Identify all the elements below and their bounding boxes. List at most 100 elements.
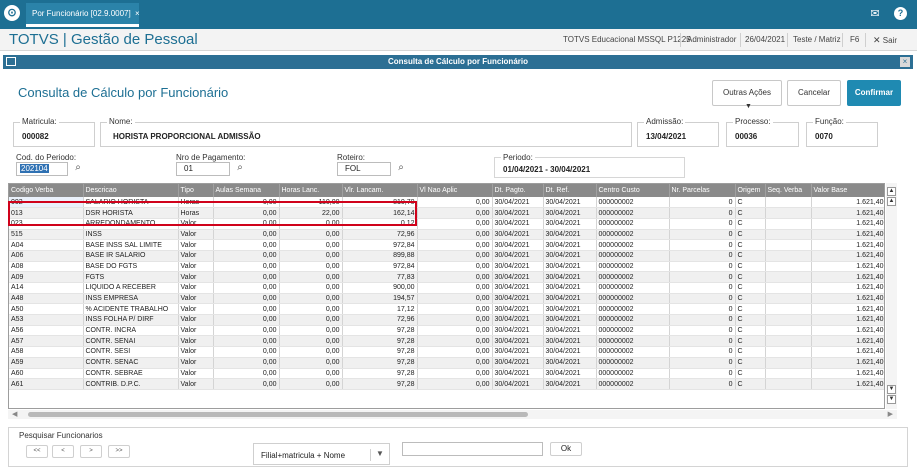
table-cell: 30/04/2021 (492, 357, 544, 369)
table-cell: 899,88 (342, 250, 418, 262)
matricula-field: Matricula: 000082 (13, 117, 95, 147)
user-name: Administrador (687, 35, 737, 44)
table-cell: A56 (9, 325, 84, 337)
ok-button[interactable]: Ok (550, 442, 582, 456)
column-header[interactable]: Origem (735, 184, 766, 197)
column-header[interactable]: Vlr. Lancam. (342, 184, 418, 197)
scroll-up-icon[interactable]: ▲ (887, 197, 896, 206)
table-row[interactable]: A50% ACIDENTE TRABALHO Valor 0,00 0,00 17,12… (9, 303, 884, 316)
table-cell: 972,84 (342, 261, 418, 273)
column-header[interactable]: Aulas Semana (213, 184, 280, 197)
table-cell: A59 (9, 357, 84, 369)
column-header[interactable]: Vl Nao Aplic (417, 184, 493, 197)
confirm-button[interactable]: Confirmar (847, 80, 901, 106)
search-icon[interactable]: ⌕ (71, 161, 85, 175)
window-close-icon[interactable]: × (900, 57, 910, 67)
table-cell: BASE DO FGTS (83, 261, 179, 273)
order-select[interactable]: Filial+matricula + Nome ▼ (253, 443, 390, 465)
scroll-top-icon[interactable]: ▲ (887, 187, 896, 196)
column-header[interactable]: Horas Lanc. (279, 184, 343, 197)
scroll-bottom-icon[interactable]: ▼ (887, 395, 896, 404)
column-header[interactable]: Dt. Pagto. (492, 184, 544, 197)
table-row[interactable]: A04 BASE INSS SAL LIMITE Valor 0,00 0,00 972,… (9, 239, 884, 251)
tab-close-icon[interactable]: × (135, 9, 140, 18)
divider (865, 33, 866, 47)
table-row[interactable]: 515 INSS Valor 0,00 0,00 72,96 0,00 30/04/2021 3… (9, 229, 884, 241)
horizontal-scrollbar[interactable]: ◀ ▶ (8, 410, 897, 419)
processo-value: 00036 (735, 132, 758, 141)
nav-next-button[interactable]: > (80, 445, 102, 458)
table-cell: 0,00 (213, 335, 280, 348)
table-cell: 0,00 (279, 368, 343, 380)
shortcut-key[interactable]: F6 (850, 35, 859, 44)
column-header[interactable]: Centro Custo (596, 184, 670, 197)
table-cell: 000000002 (596, 197, 670, 209)
divider (740, 33, 741, 47)
table-row[interactable]: A09 FGTS Valor 0,00 0,00 77,83 0,00 30/04/2021 3… (9, 271, 884, 283)
nav-last-button[interactable]: >> (108, 445, 130, 458)
column-header[interactable]: Seq. Verba (765, 184, 812, 197)
scroll-left-icon[interactable]: ◀ (12, 410, 17, 418)
nav-first-button[interactable]: << (26, 445, 48, 458)
vertical-scrollbar[interactable]: ▲ ▲ ▼ ▼ (886, 183, 897, 409)
table-row[interactable]: A48 INSS EMPRESA Valor 0,00 0,00 194,57 0,00 30… (9, 293, 884, 305)
search-icon[interactable]: ⌕ (233, 161, 247, 175)
search-icon[interactable]: ⌕ (394, 161, 408, 175)
column-header[interactable]: Valor Base (811, 184, 884, 197)
table-cell: 1.621,40 (811, 229, 884, 241)
table-row[interactable]: A08 BASE DO FGTS Valor 0,00 0,00 972,84 0,00 30… (9, 261, 884, 273)
table-cell: 0,00 (213, 218, 280, 230)
table-cell: C (735, 239, 766, 251)
table-cell: 0,00 (213, 368, 280, 380)
column-header[interactable]: Descricao (83, 184, 179, 197)
table-row[interactable]: 002 SALARIO HORISTA Horas 0,00 110,00 810,70 0… (9, 197, 884, 209)
table-row[interactable]: 023 ARREDONDAMENTO Valor 0,00 0,00 0,12 0,00 30… (9, 218, 884, 230)
table-cell: 0 (669, 261, 736, 273)
table-row[interactable]: A59 CONTR. SENAC Valor 0,00 0,00 97,28 0,00 30/… (9, 357, 884, 369)
table-cell: 30/04/2021 (543, 357, 597, 369)
branch-name[interactable]: Teste / Matriz (793, 35, 841, 44)
tab-por-funcionario[interactable]: Por Funcionário [02.9.0007] × (26, 3, 140, 27)
table-row[interactable]: A06 BASE IR SALARIO Valor 0,00 0,00 899,88 0,0… (9, 250, 884, 262)
table-cell: 000000002 (596, 207, 670, 219)
table-row[interactable]: 013 DSR HORISTA Horas 0,00 22,00 162,14 0,00 30… (9, 207, 884, 219)
column-header[interactable]: Nr. Parcelas (669, 184, 736, 197)
table-cell: CONTR. SESI (83, 346, 179, 358)
matricula-value: 000082 (22, 132, 49, 141)
table-row[interactable]: A61 CONTRIB. D.P.C. Valor 0,00 0,00 97,28 0,00… (9, 378, 884, 390)
question-icon[interactable]: ? (894, 7, 907, 20)
table-row[interactable]: A14 LIQUIDO A RECEBER Valor 0,00 0,00 900,00 0… (9, 282, 884, 294)
table-cell: 0 (669, 335, 736, 348)
column-header[interactable]: Codigo Verba (9, 184, 84, 197)
divider (787, 33, 788, 47)
table-cell: 0 (669, 346, 736, 358)
nav-prev-button[interactable]: < (52, 445, 74, 458)
table-cell (765, 218, 812, 230)
cod-periodo-input[interactable]: 202104 (16, 162, 68, 176)
exit-button[interactable]: ✕ Sair (873, 35, 897, 46)
column-header[interactable]: Dt. Ref. (543, 184, 597, 197)
scroll-thumb[interactable] (28, 412, 528, 417)
table-row[interactable]: A56 CONTR. INCRA Valor 0,00 0,00 97,28 0,00 30/… (9, 325, 884, 337)
table-cell (765, 368, 812, 380)
table-cell: 0,00 (213, 261, 280, 273)
table-cell: 1.621,40 (811, 261, 884, 273)
table-cell: 30/04/2021 (492, 325, 544, 337)
table-row[interactable]: A60 CONTR. SEBRAE Valor 0,00 0,00 97,28 0,00 30… (9, 368, 884, 380)
cancel-button[interactable]: Cancelar (787, 80, 841, 106)
outras-acoes-button[interactable]: Outras Ações ▼ (712, 80, 782, 110)
roteiro-input[interactable]: FOL (337, 162, 391, 176)
search-input[interactable] (402, 442, 543, 456)
envelope-icon[interactable]: ✉ (868, 8, 882, 20)
table-row[interactable]: A58 CONTR. SESI Valor 0,00 0,00 97,28 0,00 30/0… (9, 346, 884, 358)
scroll-down-icon[interactable]: ▼ (887, 385, 896, 394)
column-header[interactable]: Tipo (178, 184, 214, 197)
table-cell: 30/04/2021 (543, 314, 597, 326)
table-cell: A48 (9, 293, 84, 305)
table-row[interactable]: A57 CONTR. SENAI Valor 0,00 0,00 97,28 0,00 30/… (9, 335, 884, 348)
table-cell: 0,00 (213, 303, 280, 316)
nro-pagamento-input[interactable]: 01 (176, 162, 230, 176)
scroll-right-icon[interactable]: ▶ (888, 410, 893, 418)
table-cell: 30/04/2021 (543, 261, 597, 273)
table-row[interactable]: A53 INSS FOLHA P/ DIRF Valor 0,00 0,00 72,96 0… (9, 314, 884, 326)
